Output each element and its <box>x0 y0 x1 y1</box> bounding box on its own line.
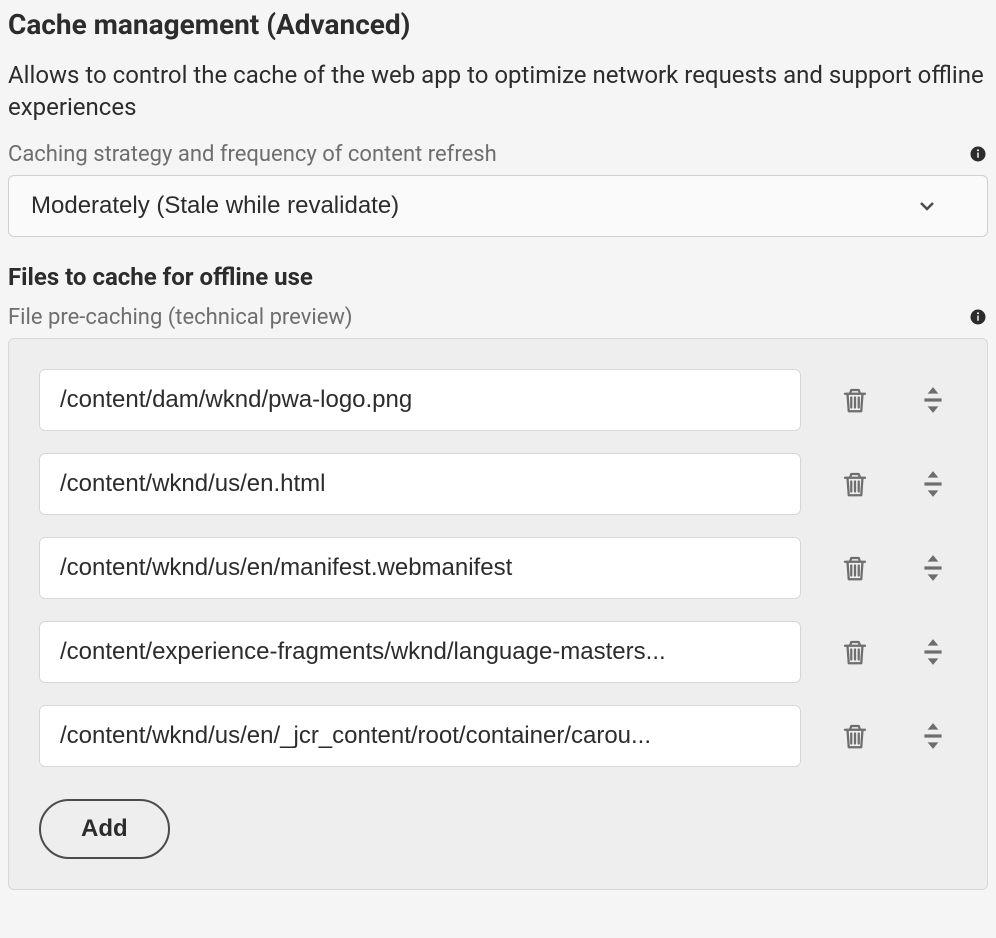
info-icon[interactable] <box>968 307 988 327</box>
file-path-input[interactable] <box>39 621 801 683</box>
trash-icon <box>840 721 870 751</box>
add-button[interactable]: Add <box>39 799 170 859</box>
section-title: Cache management (Advanced) <box>8 8 988 41</box>
section-description: Allows to control the cache of the web a… <box>8 59 988 124</box>
file-row <box>39 705 957 767</box>
trash-icon <box>840 637 870 667</box>
file-row <box>39 369 957 431</box>
file-path-input[interactable] <box>39 369 801 431</box>
offline-title: Files to cache for offline use <box>8 263 988 291</box>
file-path-input[interactable] <box>39 453 801 515</box>
reorder-button[interactable] <box>909 628 957 676</box>
precache-label: File pre-caching (technical preview) <box>8 305 353 330</box>
reorder-button[interactable] <box>909 460 957 508</box>
delete-button[interactable] <box>831 628 879 676</box>
trash-icon <box>840 469 870 499</box>
file-row <box>39 537 957 599</box>
reorder-icon <box>920 553 946 583</box>
file-row <box>39 621 957 683</box>
strategy-select-value: Moderately (Stale while revalidate) <box>31 192 915 220</box>
reorder-button[interactable] <box>909 376 957 424</box>
strategy-label-row: Caching strategy and frequency of conten… <box>8 142 988 167</box>
delete-button[interactable] <box>831 712 879 760</box>
trash-icon <box>840 385 870 415</box>
file-row <box>39 453 957 515</box>
precache-label-row: File pre-caching (technical preview) <box>8 305 988 330</box>
reorder-icon <box>920 385 946 415</box>
delete-button[interactable] <box>831 376 879 424</box>
strategy-label: Caching strategy and frequency of conten… <box>8 142 497 167</box>
file-list-container: Add <box>8 338 988 890</box>
reorder-icon <box>920 469 946 499</box>
strategy-select-wrapper: Moderately (Stale while revalidate) <box>8 175 988 237</box>
reorder-button[interactable] <box>909 544 957 592</box>
delete-button[interactable] <box>831 460 879 508</box>
trash-icon <box>840 553 870 583</box>
delete-button[interactable] <box>831 544 879 592</box>
reorder-button[interactable] <box>909 712 957 760</box>
chevron-down-icon <box>915 194 939 218</box>
reorder-icon <box>920 721 946 751</box>
info-icon[interactable] <box>968 144 988 164</box>
file-path-input[interactable] <box>39 537 801 599</box>
file-path-input[interactable] <box>39 705 801 767</box>
strategy-select[interactable]: Moderately (Stale while revalidate) <box>8 175 988 237</box>
reorder-icon <box>920 637 946 667</box>
